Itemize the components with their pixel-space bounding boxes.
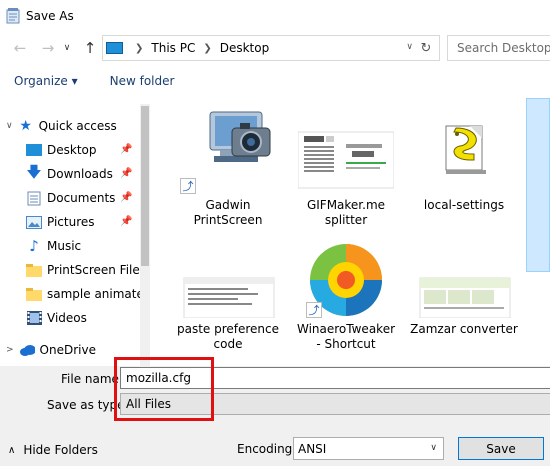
pin-icon[interactable]: 📌 (120, 168, 132, 179)
sidebar-item-label: Downloads (47, 167, 113, 181)
annotation-highlight-box (114, 357, 214, 421)
arrow-right-icon[interactable]: → (37, 37, 59, 59)
sidebar-item-label: Desktop (47, 143, 97, 157)
chevron-right-icon[interactable]: > (6, 345, 14, 355)
this-pc-icon (106, 42, 123, 54)
file-item-gifmaker-splitter[interactable]: GIFMaker.me splitter (288, 98, 404, 228)
chevron-up-icon: ∧ (8, 444, 16, 456)
breadcrumb-desktop[interactable]: Desktop (220, 41, 270, 55)
sidebar-item-music[interactable]: ♪ Music (26, 234, 150, 258)
breadcrumb-this-pc[interactable]: This PC (151, 41, 195, 55)
shortcut-arrow-icon: ⤴ (180, 178, 196, 194)
navigation-pane: ∨ ★ Quick access Desktop 🡇 Downloads Doc… (0, 104, 150, 366)
desktop-folder-icon (26, 143, 42, 157)
sidebar-item-printscreen-files[interactable]: PrintScreen Files (26, 258, 150, 282)
save-button[interactable]: Save (458, 437, 544, 460)
file-item-gadwin[interactable]: ⤴ Gadwin PrintScreen (170, 98, 286, 228)
videos-icon (26, 311, 42, 325)
sidebar-item-label: Videos (47, 311, 87, 325)
shortcut-arrow-icon: ⤴ (306, 302, 322, 318)
command-bar: Organize ▾ New folder (0, 64, 550, 98)
save-form: File name: mozilla.cfg Save as type: All… (0, 357, 550, 466)
winaero-logo-icon: ⤴ (298, 234, 394, 318)
music-icon: ♪ (29, 237, 39, 255)
pictures-icon (26, 215, 42, 229)
encoding-select[interactable]: ANSI ∨ (293, 437, 444, 460)
webpage-thumbnail-icon (297, 98, 395, 194)
webpage-thumbnail-icon (416, 234, 512, 319)
search-placeholder: Search Desktop (457, 41, 550, 55)
chevron-down-icon[interactable]: ∨ (406, 42, 413, 52)
search-input[interactable]: Search Desktop (447, 35, 550, 61)
encoding-value: ANSI (298, 441, 327, 456)
organize-button[interactable]: Organize ▾ (14, 74, 78, 88)
hide-folders-label: Hide Folders (23, 443, 98, 457)
sidebar-item-sample-animated[interactable]: sample animated (26, 282, 150, 306)
hide-folders-button[interactable]: ∧ Hide Folders (8, 443, 98, 457)
notepad-app-icon (6, 8, 20, 24)
sidebar-item-quick-access[interactable]: ∨ ★ Quick access (6, 114, 146, 138)
pin-icon[interactable]: 📌 (120, 144, 132, 155)
pin-icon[interactable]: 📌 (120, 192, 132, 203)
file-item-label: paste preference code (176, 322, 280, 351)
title-bar: Save As (0, 0, 550, 32)
download-icon: 🡇 (26, 162, 42, 181)
file-item-label: WinaeroTweaker - Shortcut (296, 322, 396, 351)
scrollbar-thumb[interactable] (141, 106, 149, 266)
sidebar-item-label: Quick access (38, 119, 117, 133)
address-bar[interactable]: ❯ This PC ❯ Desktop ∨ ↻ (102, 35, 440, 61)
file-list: ⤴ Gadwin PrintScreen GIFMaker.me splitte… (150, 98, 550, 366)
file-item-local-settings[interactable]: local-settings (406, 98, 522, 213)
chevron-right-icon[interactable]: ❯ (135, 43, 143, 54)
refresh-icon[interactable]: ↻ (417, 39, 435, 57)
arrow-left-icon[interactable]: ← (9, 37, 31, 59)
chevron-down-icon[interactable]: ∨ (6, 121, 13, 131)
sidebar-item-label: OneDrive (39, 343, 96, 357)
encoding-label: Encoding: (237, 442, 297, 456)
window-title: Save As (26, 9, 74, 23)
sidebar-scrollbar[interactable] (140, 104, 150, 366)
sidebar-item-label: Music (47, 239, 82, 253)
sidebar-item-videos[interactable]: Videos (26, 306, 150, 330)
arrow-up-icon[interactable]: ↑ (79, 37, 101, 59)
navigation-bar: ← → ∨ ↑ ❯ This PC ❯ Desktop ∨ ↻ Search D… (0, 32, 550, 64)
file-item-label: Gadwin PrintScreen (193, 198, 263, 227)
file-item-zamzar-converter[interactable]: Zamzar converter (406, 234, 522, 337)
pin-icon[interactable]: 📌 (120, 216, 132, 227)
new-folder-button[interactable]: New folder (110, 74, 175, 88)
documents-icon (26, 191, 42, 205)
sidebar-item-label: PrintScreen Files (47, 263, 147, 277)
camera-app-icon: ⤴ (180, 98, 276, 194)
sidebar-item-label: sample animated (47, 287, 150, 301)
cloud-icon (19, 343, 35, 357)
file-item-label: local-settings (423, 198, 505, 212)
text-thumbnail-icon (180, 234, 276, 319)
folder-icon (26, 263, 42, 277)
chevron-down-icon: ∨ (430, 443, 437, 453)
chevron-down-icon[interactable]: ∨ (61, 37, 73, 59)
script-file-icon (416, 98, 512, 194)
file-item-label: GIFMaker.me splitter (306, 198, 386, 227)
file-item-paste-preference-code[interactable]: paste preference code (170, 234, 286, 352)
selected-file-item[interactable] (526, 98, 550, 272)
star-icon: ★ (19, 118, 32, 134)
chevron-right-icon[interactable]: ❯ (203, 43, 211, 54)
sidebar-item-label: Documents (47, 191, 116, 205)
file-item-winaerotweaker-shortcut[interactable]: ⤴ WinaeroTweaker - Shortcut (288, 234, 404, 352)
folder-icon (26, 287, 42, 301)
sidebar-item-label: Pictures (47, 215, 95, 229)
file-item-label: Zamzar converter (410, 322, 518, 336)
